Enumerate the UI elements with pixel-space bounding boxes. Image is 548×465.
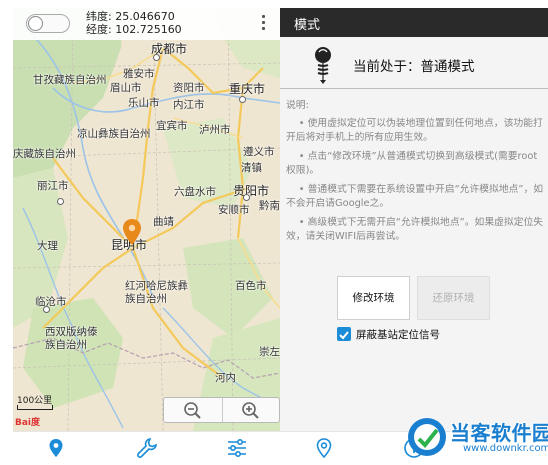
- coordinates-readout: 纬度: 25.046670 经度: 102.725160: [86, 10, 182, 36]
- map-label-ganzi: 甘孜藏族自治州: [33, 74, 107, 86]
- location-toggle-switch[interactable]: [26, 14, 70, 33]
- map-label-honghe: 红河哈尼族彝族自治州: [125, 280, 188, 305]
- modify-environment-button[interactable]: 修改环境: [337, 276, 410, 320]
- map-label-guiyang: 贵阳市: [233, 184, 270, 198]
- longitude-text: 经度: 102.725160: [86, 23, 182, 36]
- city-dot: [57, 198, 64, 205]
- notes-heading: 说明:: [286, 100, 309, 111]
- map-label-dali: 大理: [37, 240, 58, 252]
- overflow-menu-icon[interactable]: [260, 15, 266, 33]
- map-label-chongzuo: 崇左: [259, 346, 280, 358]
- map-label-luzhou: 泸州市: [199, 124, 231, 136]
- site-watermark: 当客软件园 www.downkr.com: [403, 413, 548, 465]
- title-bar: 模式: [280, 8, 548, 37]
- map-label-xishuangbanna: 西双版纳傣族自治州: [45, 326, 98, 351]
- wrench-icon[interactable]: [135, 436, 159, 460]
- mode-panel: 模式 当前处于：普通模式 说明: • 使用虚拟定位可以伪装地理位置到任何地点，该…: [280, 8, 548, 431]
- sliders-icon[interactable]: [225, 436, 249, 460]
- location-marker-icon[interactable]: [123, 219, 141, 245]
- map-label-liangshan: 凉山彝族自治州: [77, 128, 151, 140]
- zoom-in-button[interactable]: [222, 398, 280, 422]
- map-label-liupanshui: 六盘水市: [174, 186, 216, 198]
- map-label-yibin: 宜宾市: [156, 120, 188, 132]
- checkmark-icon: [339, 331, 349, 340]
- restore-environment-button[interactable]: 还原环境: [417, 276, 490, 320]
- note-item: • 点击“修改环境”从普通模式切换到高级模式(需要root权限)。: [286, 151, 538, 176]
- map-label-hanoi: 河内: [215, 372, 236, 384]
- map-label-lincang: 临沧市: [35, 296, 67, 308]
- zoom-controls: [163, 397, 280, 423]
- panel-title: 模式: [294, 18, 321, 33]
- block-cell-location-checkbox[interactable]: [337, 327, 351, 341]
- map-label-qingzhen: 清镇: [241, 162, 262, 174]
- map-pin-icon[interactable]: [312, 436, 336, 460]
- mode-status-text: 当前处于：普通模式: [353, 59, 475, 75]
- note-item: • 普通模式下需要在系统设置中开启“允许模拟地点”，如不会开启请Google之。: [286, 184, 544, 209]
- map-label-ziyang: 资阳市: [173, 82, 205, 94]
- map-scale-bar: [17, 405, 53, 410]
- watermark-brand: 当客软件园: [450, 421, 548, 445]
- zoom-in-icon: [242, 402, 259, 419]
- map-label-neijiang: 内江市: [173, 99, 205, 111]
- divider: [280, 88, 548, 89]
- map-label-qujing: 曲靖: [153, 216, 174, 228]
- map-label-leshan: 乐山市: [128, 97, 160, 109]
- city-dot: [239, 96, 246, 103]
- watermark-logo-icon: [408, 418, 446, 456]
- toggle-knob: [28, 16, 43, 31]
- watermark-url: www.downkr.com: [463, 443, 548, 454]
- map-label-lijiang: 丽江市: [37, 180, 69, 192]
- map-label-anshun: 安顺市: [218, 204, 250, 216]
- map-label-zunyi: 遵义市: [243, 146, 275, 158]
- note-item: • 高级模式下无需开启“允许模拟地点”。如果虚拟定位失效，请关闭WIFI后再尝试…: [286, 217, 544, 242]
- map-label-yaan: 雅安市: [123, 68, 155, 80]
- map-view[interactable]: 成都市 重庆市 昆明市 贵阳市 甘孜藏族自治州 雅安市 眉山市 资阳市 乐山市 …: [13, 8, 280, 431]
- checkbox-label: 屏蔽基站定位信号: [356, 329, 440, 341]
- map-label-deqin: 庆藏族自治州: [13, 148, 76, 160]
- zoom-out-icon: [184, 402, 201, 419]
- map-label-baise: 百色市: [235, 280, 267, 292]
- map-label-chongqing: 重庆市: [229, 82, 266, 96]
- map-label-meishan: 眉山市: [110, 82, 142, 94]
- baidu-logo: Bai度: [15, 418, 41, 428]
- zoom-out-button[interactable]: [164, 398, 223, 422]
- note-item: • 使用虚拟定位可以伪装地理位置到任何地点，该功能打开后将对手机上的所有应用生效…: [286, 118, 543, 143]
- spring-bulb-icon: [315, 47, 331, 84]
- city-dot: [43, 306, 50, 313]
- city-dot: [243, 194, 250, 201]
- instructions: 说明: • 使用虚拟定位可以伪装地理位置到任何地点，该功能打开后将对手机上的所有…: [286, 99, 544, 249]
- location-pin-icon[interactable]: [44, 436, 68, 460]
- city-dot: [153, 54, 160, 61]
- coordinate-header: 纬度: 25.046670 经度: 102.725160: [13, 8, 280, 40]
- map-label-qiannan: 黔南: [259, 200, 280, 212]
- latitude-text: 纬度: 25.046670: [86, 10, 175, 23]
